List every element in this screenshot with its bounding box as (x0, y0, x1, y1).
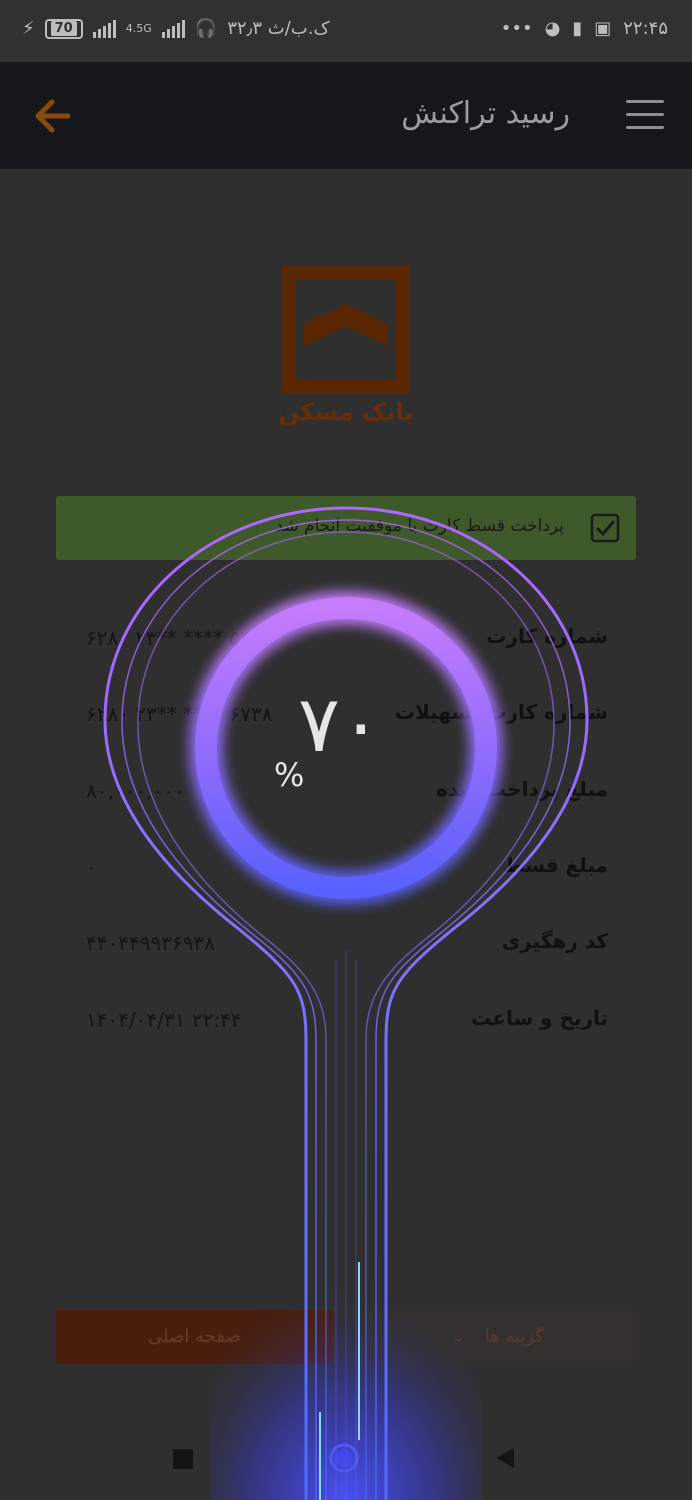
recents-icon[interactable] (173, 1449, 193, 1469)
charge-percent: ۷۰ (298, 680, 382, 770)
message-icon: ▣ (594, 18, 612, 39)
detail-label: کد رهگیری (501, 929, 608, 953)
back-arrow-icon[interactable] (34, 98, 74, 134)
detail-row-tracking-code: کد رهگیری ۴۴۰۴۴۹۹۳۶۹۳۸ (86, 923, 608, 963)
menu-icon[interactable] (626, 100, 664, 130)
document-icon: ▮ (572, 18, 583, 39)
main-page-button[interactable]: صفحه اصلی (56, 1310, 333, 1364)
signal-icon-2 (161, 19, 185, 38)
detail-value: ۶۲۸۰ ۲۳** **** ۵۳۲۷ (86, 626, 273, 650)
network-speed: ۳۲٫۳ ک.ب/ث (227, 18, 330, 39)
detail-value: ۱۴۰۴/۰۴/۳۱ ۲۲:۴۴ (86, 1008, 242, 1032)
signal-icon (92, 19, 116, 38)
detail-label: تاریخ و ساعت (471, 1006, 608, 1030)
percent-sign: % (274, 756, 305, 794)
status-right: ••• ◕ ▮ ▣ ۲۲:۴۵ (501, 18, 668, 39)
detail-value: ۰ (86, 855, 97, 879)
page-title: رسید تراکنش (401, 96, 570, 131)
bank-logo (282, 266, 410, 394)
clock-time: ۲۲:۴۵ (623, 18, 668, 39)
detail-label: مبلغ قسط (503, 853, 608, 877)
detail-row-paid-amount: مبلغ پرداخت شده ۸۰,۰۰۰,۰۰۰ (86, 771, 608, 811)
bank-name: بانک مسکن (278, 398, 414, 426)
detail-row-card-number: شماره کارت ۶۲۸۰ ۲۳** **** ۵۳۲۷ (86, 618, 608, 658)
detail-row-installment-amount: مبلغ قسط ۰ (86, 847, 608, 887)
options-label: گزینه ها (484, 1326, 544, 1347)
app-bar: رسید تراکنش (0, 62, 692, 169)
checkbox-check-icon (590, 513, 620, 543)
battery-icon: 70 (44, 18, 83, 39)
status-bar: ⚡ 70 4.5G 🎧 ۳۲٫۳ ک.ب/ث ••• ◕ ▮ ▣ ۲۲:۴۵ (0, 0, 692, 62)
detail-value: ۴۴۰۴۴۹۹۳۶۹۳۸ (86, 931, 215, 955)
nav-back-icon[interactable] (494, 1446, 516, 1470)
detail-label: شماره کارت (486, 624, 608, 648)
detail-row-datetime: تاریخ و ساعت ۱۴۰۴/۰۴/۳۱ ۲۲:۴۴ (86, 1000, 608, 1040)
detail-label: مبلغ پرداخت شده (436, 777, 608, 801)
network-type: 4.5G (125, 22, 152, 35)
home-icon[interactable] (328, 1442, 360, 1474)
chevron-down-icon: ⌄ (450, 1326, 466, 1347)
status-left: ⚡ 70 4.5G 🎧 ۳۲٫۳ ک.ب/ث (22, 18, 330, 39)
sync-icon: ◕ (544, 18, 561, 39)
charging-icon: ⚡ (22, 18, 35, 39)
detail-value: ۶۲۸۰ ۲۳** **** ۶۷۳۸ (86, 702, 273, 726)
success-message: پرداخت قسط کارت با موفقیت انجام شد (275, 516, 564, 536)
detail-label: شماره کارت تسهیلات (394, 700, 608, 724)
more-dots: ••• (500, 18, 533, 39)
options-dropdown-button[interactable]: گزینه ها ⌄ (359, 1310, 636, 1364)
detail-value: ۸۰,۰۰۰,۰۰۰ (86, 779, 185, 803)
headphones-icon: 🎧 (194, 18, 218, 39)
success-banner: پرداخت قسط کارت با موفقیت انجام شد (56, 496, 636, 560)
